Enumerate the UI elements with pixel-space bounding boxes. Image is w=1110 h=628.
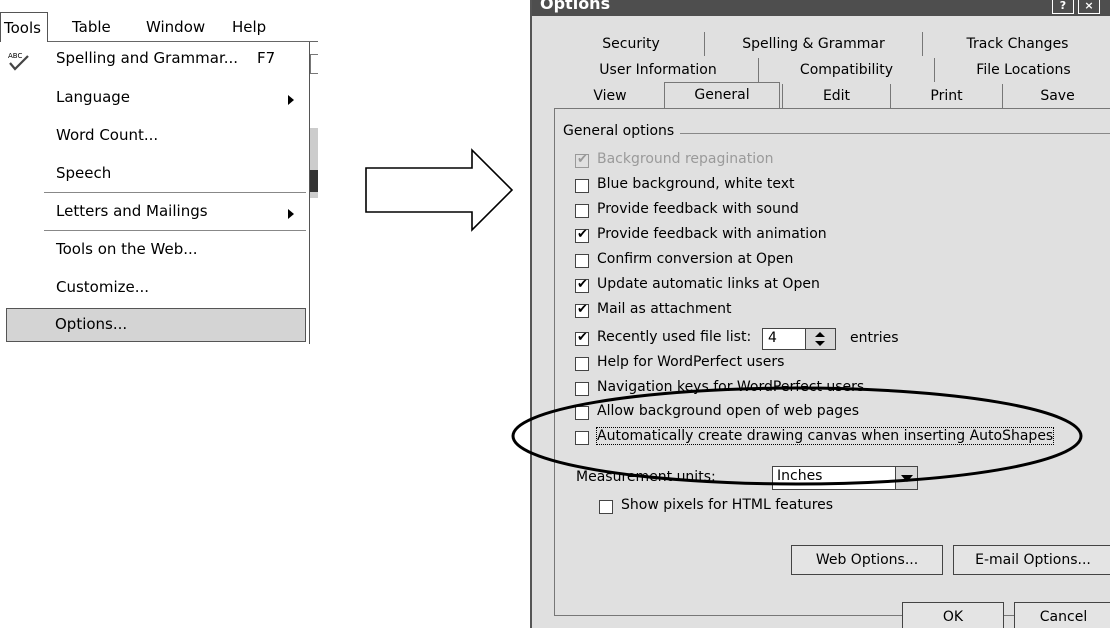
menu-tools[interactable]: Tools bbox=[0, 12, 48, 43]
menu-item-label: Spelling and Grammar... bbox=[56, 49, 239, 67]
abc-check-icon: ABC bbox=[8, 52, 29, 71]
option-label: Show pixels for HTML features bbox=[621, 497, 834, 513]
menu-item-label: Word Count... bbox=[56, 126, 159, 144]
ok-button[interactable]: OK bbox=[902, 602, 1004, 628]
cancel-button[interactable]: Cancel bbox=[1014, 602, 1110, 628]
group-divider bbox=[675, 133, 1110, 134]
tab-security[interactable]: Security bbox=[558, 32, 704, 56]
option-label: Automatically create drawing canvas when… bbox=[595, 427, 1055, 445]
menu-item-customize[interactable]: Customize... bbox=[0, 271, 310, 305]
tab-compatibility[interactable]: Compatibility bbox=[758, 58, 934, 82]
option-label: Recently used file list: bbox=[597, 329, 752, 345]
checkbox[interactable] bbox=[575, 254, 589, 268]
checkbox[interactable] bbox=[575, 330, 589, 346]
tab-row-3: View General Edit Print Save bbox=[558, 82, 1110, 109]
menu-item-label: Speech bbox=[56, 164, 112, 182]
general-options-legend: General options bbox=[563, 123, 681, 139]
menu-item-label: Customize... bbox=[56, 278, 150, 296]
submenu-arrow-icon bbox=[288, 95, 294, 105]
dialog-titlebar: Options ? × bbox=[532, 0, 1110, 16]
tab-file-locations[interactable]: File Locations bbox=[934, 58, 1110, 82]
option-label: Blue background, white text bbox=[597, 176, 795, 192]
close-icon[interactable]: × bbox=[1078, 0, 1100, 14]
menu-item-label: Options... bbox=[55, 315, 128, 333]
menu-item-options[interactable]: Options... bbox=[6, 308, 306, 342]
help-icon[interactable]: ? bbox=[1052, 0, 1074, 14]
tab-row-2: User Information Compatibility File Loca… bbox=[558, 58, 1110, 82]
tools-dropdown-menu: ABC Spelling and Grammar... F7 Language … bbox=[0, 42, 310, 344]
menu-table[interactable]: Table bbox=[72, 18, 111, 36]
measurement-units-value: Inches bbox=[777, 468, 823, 484]
tab-track-changes[interactable]: Track Changes bbox=[922, 32, 1110, 56]
option-label: Allow background open of web pages bbox=[597, 403, 860, 419]
tab-general[interactable]: General bbox=[664, 82, 780, 109]
menu-item-letters-mailings[interactable]: Letters and Mailings bbox=[0, 195, 310, 229]
spin-down-icon[interactable] bbox=[815, 341, 825, 346]
spin-up-icon[interactable] bbox=[815, 332, 825, 337]
checkbox[interactable] bbox=[575, 357, 589, 371]
document-edge bbox=[310, 170, 318, 192]
menu-item-tools-on-web[interactable]: Tools on the Web... bbox=[0, 233, 310, 267]
option-label: Provide feedback with sound bbox=[597, 201, 799, 217]
menu-item-spelling-grammar[interactable]: ABC Spelling and Grammar... F7 bbox=[0, 42, 310, 76]
checkbox[interactable] bbox=[599, 500, 613, 514]
menu-item-label: Letters and Mailings bbox=[56, 202, 208, 220]
tab-print[interactable]: Print bbox=[890, 84, 1002, 108]
checkbox[interactable] bbox=[575, 277, 589, 293]
recent-files-count-input[interactable]: 4 bbox=[762, 328, 806, 350]
measurement-units-label: Measurement units: bbox=[576, 469, 716, 485]
tab-row-1: Security Spelling & Grammar Track Change… bbox=[558, 32, 1110, 56]
menu-item-label: Language bbox=[56, 88, 131, 106]
checkbox[interactable] bbox=[575, 179, 589, 193]
checkbox[interactable] bbox=[575, 406, 589, 420]
option-label: Help for WordPerfect users bbox=[597, 354, 785, 370]
menu-window[interactable]: Window bbox=[146, 18, 205, 36]
dialog-title: Options bbox=[540, 0, 611, 13]
recent-files-spinner[interactable] bbox=[806, 328, 836, 350]
tab-view[interactable]: View bbox=[558, 84, 662, 108]
menu-item-speech[interactable]: Speech bbox=[0, 157, 310, 191]
submenu-arrow-icon bbox=[288, 209, 294, 219]
menu-separator bbox=[44, 192, 306, 193]
general-tab-panel: General options Background repagination … bbox=[554, 108, 1110, 616]
menu-item-word-count[interactable]: Word Count... bbox=[0, 119, 310, 153]
checkbox[interactable] bbox=[575, 204, 589, 218]
svg-text:ABC: ABC bbox=[8, 52, 22, 60]
document-edge bbox=[310, 54, 318, 74]
option-label: Update automatic links at Open bbox=[597, 276, 820, 292]
measurement-units-select[interactable]: Inches bbox=[772, 466, 918, 490]
option-label: Confirm conversion at Open bbox=[597, 251, 794, 267]
menu-separator bbox=[44, 230, 306, 231]
option-label: Navigation keys for WordPerfect users bbox=[597, 379, 865, 395]
options-dialog: Options ? × Security Spelling & Grammar … bbox=[530, 0, 1110, 628]
checkbox[interactable] bbox=[575, 152, 589, 168]
entries-label: entries bbox=[850, 330, 899, 346]
menu-item-language[interactable]: Language bbox=[0, 81, 310, 115]
tab-edit[interactable]: Edit bbox=[782, 84, 890, 108]
tab-save[interactable]: Save bbox=[1002, 84, 1110, 108]
chevron-down-icon[interactable] bbox=[895, 467, 917, 489]
menubar: Tools Table Window Help bbox=[0, 12, 318, 43]
option-label: Provide feedback with animation bbox=[597, 226, 827, 242]
checkbox[interactable] bbox=[575, 302, 589, 318]
word-menu-screenshot: Tools Table Window Help ABC Spelling and… bbox=[0, 0, 318, 344]
tab-user-information[interactable]: User Information bbox=[558, 58, 758, 82]
email-options-button[interactable]: E-mail Options... bbox=[953, 545, 1110, 575]
right-arrow-icon bbox=[365, 148, 514, 232]
menu-help[interactable]: Help bbox=[232, 18, 266, 36]
option-label: Background repagination bbox=[597, 151, 774, 167]
menu-item-shortcut: F7 bbox=[257, 49, 276, 67]
option-label: Mail as attachment bbox=[597, 301, 732, 317]
tab-spelling-grammar[interactable]: Spelling & Grammar bbox=[704, 32, 922, 56]
menu-item-label: Tools on the Web... bbox=[56, 240, 198, 258]
checkbox[interactable] bbox=[575, 382, 589, 396]
checkbox[interactable] bbox=[575, 431, 589, 445]
web-options-button[interactable]: Web Options... bbox=[791, 545, 943, 575]
checkbox[interactable] bbox=[575, 227, 589, 243]
